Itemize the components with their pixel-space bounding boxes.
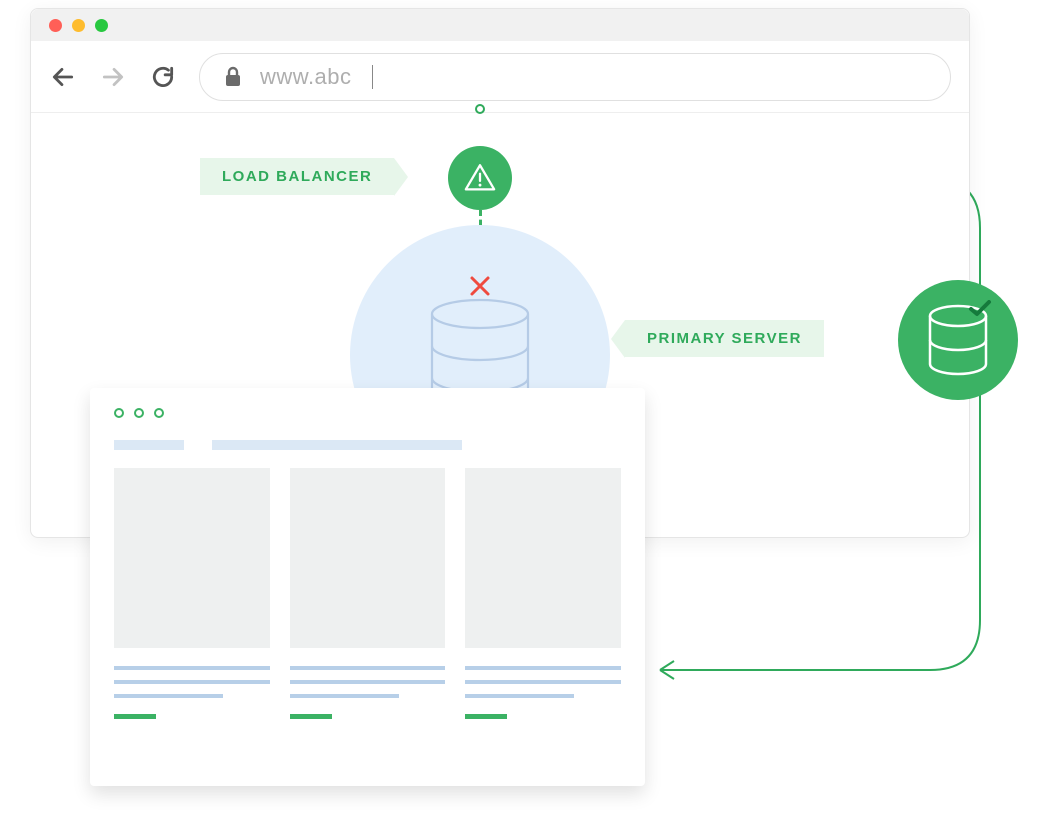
lock-icon <box>224 66 242 88</box>
website-wireframe <box>90 388 645 786</box>
text-line <box>465 694 574 698</box>
wireframe-dot-icon <box>154 408 164 418</box>
accent-bar <box>290 714 332 719</box>
text-line <box>465 680 621 684</box>
reload-button[interactable] <box>149 63 177 91</box>
wireframe-column <box>114 468 270 719</box>
content-block <box>290 468 446 648</box>
text-line <box>290 694 399 698</box>
maximize-dot-icon[interactable] <box>95 19 108 32</box>
failure-x-icon <box>469 275 491 297</box>
close-dot-icon[interactable] <box>49 19 62 32</box>
text-line <box>465 666 621 670</box>
arrow-left-icon <box>50 64 76 90</box>
text-line <box>114 666 270 670</box>
navbar: www.abc <box>31 41 969 113</box>
connector-node-icon <box>475 104 485 114</box>
wireframe-column <box>290 468 446 719</box>
window-titlebar <box>31 9 969 41</box>
content-block <box>465 468 621 648</box>
content-block <box>114 468 270 648</box>
load-balancer-node <box>448 146 512 210</box>
text-line <box>290 680 446 684</box>
load-balancer-label-text: LOAD BALANCER <box>222 168 372 185</box>
wireframe-header <box>114 440 621 450</box>
minimize-dot-icon[interactable] <box>72 19 85 32</box>
wireframe-dot-icon <box>114 408 124 418</box>
header-placeholder <box>212 440 462 450</box>
arrow-right-icon <box>100 64 126 90</box>
address-url: www.abc <box>260 64 352 90</box>
text-line <box>114 680 270 684</box>
back-button[interactable] <box>49 63 77 91</box>
text-line <box>114 694 223 698</box>
wireframe-columns <box>114 468 621 719</box>
primary-server-label-text: PRIMARY SERVER <box>647 330 802 347</box>
primary-server-label: PRIMARY SERVER <box>625 320 824 357</box>
database-ok-icon <box>923 300 993 380</box>
wireframe-titlebar <box>114 408 621 418</box>
wireframe-column <box>465 468 621 719</box>
wireframe-dot-icon <box>134 408 144 418</box>
load-balancer-label: LOAD BALANCER <box>200 158 394 195</box>
secondary-server-node <box>898 280 1018 400</box>
text-cursor <box>372 65 373 89</box>
warning-icon <box>463 161 497 195</box>
header-placeholder <box>114 440 184 450</box>
text-line <box>290 666 446 670</box>
accent-bar <box>114 714 156 719</box>
forward-button[interactable] <box>99 63 127 91</box>
accent-bar <box>465 714 507 719</box>
address-bar[interactable]: www.abc <box>199 53 951 101</box>
reload-icon <box>150 64 176 90</box>
